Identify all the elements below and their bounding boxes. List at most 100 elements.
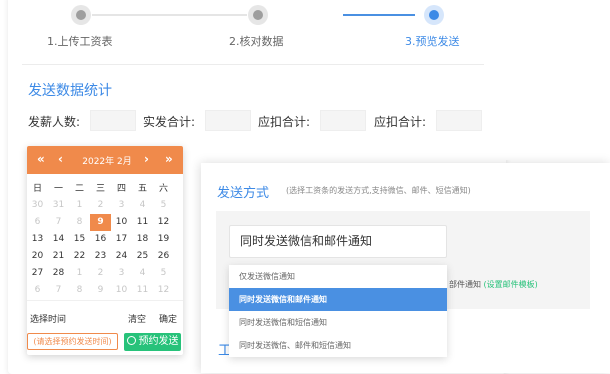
send-method-panel: 发送方式 (选择工资条的发送方式,支持微信、邮件、短信通知) 同时发送微信和邮件… bbox=[201, 163, 610, 373]
next-month-icon[interactable]: › bbox=[144, 152, 149, 166]
date-cell[interactable]: 12 bbox=[153, 282, 174, 299]
send-method-option[interactable]: 仅发送微信通知 bbox=[229, 265, 447, 288]
stat-value-headcount bbox=[90, 110, 136, 131]
stat-value-deduct-total-2 bbox=[436, 110, 482, 131]
send-method-option[interactable]: 同时发送微信和邮件通知 bbox=[229, 288, 447, 311]
date-cell[interactable]: 26 bbox=[153, 248, 174, 265]
date-cell[interactable]: 8 bbox=[69, 282, 90, 299]
weekday-fri: 五 bbox=[137, 184, 147, 194]
confirm-button[interactable]: 确定 bbox=[159, 312, 177, 325]
step-3-dot bbox=[424, 5, 444, 25]
date-cell[interactable]: 11 bbox=[132, 282, 153, 299]
date-cell[interactable]: 13 bbox=[27, 231, 48, 248]
right-gutter bbox=[506, 0, 610, 160]
date-cell[interactable]: 28 bbox=[48, 265, 69, 282]
prev-month-icon[interactable]: ‹ bbox=[58, 152, 63, 166]
date-cell[interactable]: 30 bbox=[27, 197, 48, 214]
date-cell[interactable]: 19 bbox=[153, 231, 174, 248]
date-cell[interactable]: 11 bbox=[132, 214, 153, 231]
date-row: 6 7 8 9 10 11 12 bbox=[27, 282, 183, 299]
stat-value-deduct-total-1 bbox=[320, 110, 366, 131]
date-cell[interactable]: 2 bbox=[90, 265, 111, 282]
divider bbox=[22, 64, 484, 65]
date-cell[interactable]: 8 bbox=[69, 214, 90, 231]
date-cell[interactable]: 6 bbox=[27, 282, 48, 299]
weekday-thu: 四 bbox=[116, 184, 126, 194]
date-cell[interactable]: 20 bbox=[27, 248, 48, 265]
date-cell[interactable]: 12 bbox=[153, 214, 174, 231]
date-cell[interactable]: 1 bbox=[69, 265, 90, 282]
stat-label-deduct-total-2: 应扣合计: bbox=[374, 115, 427, 129]
date-row: 13 14 15 16 17 18 19 bbox=[27, 231, 183, 248]
date-cell[interactable]: 10 bbox=[111, 282, 132, 299]
stat-label-headcount: 发薪人数: bbox=[28, 115, 81, 129]
date-cell[interactable]: 7 bbox=[48, 282, 69, 299]
date-cell[interactable]: 4 bbox=[132, 197, 153, 214]
weekday-wed: 三 bbox=[95, 184, 105, 194]
date-row: 6 7 8 9 10 11 12 bbox=[27, 214, 183, 231]
next-year-icon[interactable]: » bbox=[165, 152, 173, 166]
date-cell[interactable]: 4 bbox=[132, 265, 153, 282]
send-method-subtitle: (选择工资条的发送方式,支持微信、邮件、短信通知) bbox=[286, 186, 471, 195]
date-row: 30 31 1 2 3 4 5 bbox=[27, 197, 183, 214]
step-connector-2 bbox=[343, 14, 415, 16]
clear-button[interactable]: 清空 bbox=[128, 312, 146, 325]
date-cell[interactable]: 31 bbox=[48, 197, 69, 214]
email-notice-text: 部件通知 (设置邮件模板) bbox=[449, 279, 538, 290]
prev-year-icon[interactable]: « bbox=[37, 152, 45, 166]
date-cell[interactable]: 15 bbox=[69, 231, 90, 248]
step-connector-1 bbox=[92, 14, 247, 16]
stat-label-deduct-total-1: 应扣合计: bbox=[258, 115, 311, 129]
date-cell[interactable]: 9 bbox=[90, 282, 111, 299]
date-cell[interactable]: 6 bbox=[27, 214, 48, 231]
date-cell[interactable]: 3 bbox=[111, 265, 132, 282]
date-cell[interactable]: 18 bbox=[132, 231, 153, 248]
date-cell[interactable]: 2 bbox=[90, 197, 111, 214]
date-row: 27 28 1 2 3 4 5 bbox=[27, 265, 183, 282]
date-cell[interactable]: 1 bbox=[69, 197, 90, 214]
date-cell[interactable]: 7 bbox=[48, 214, 69, 231]
date-picker-title: 2022年 2月 bbox=[82, 157, 132, 167]
step-1-label: 1.上传工资表 bbox=[47, 35, 113, 48]
step-2-dot bbox=[248, 5, 268, 25]
select-time-label[interactable]: 选择时间 bbox=[30, 312, 66, 325]
step-1-dot bbox=[71, 5, 91, 25]
send-method-option[interactable]: 同时发送微信、邮件和短信通知 bbox=[229, 334, 447, 357]
stat-value-net-total bbox=[205, 110, 251, 131]
send-method-select[interactable]: 同时发送微信和邮件通知 bbox=[229, 225, 447, 258]
step-2-label: 2.核对数据 bbox=[229, 35, 284, 48]
weekday-header: 日 一 二 三 四 五 六 bbox=[27, 181, 183, 194]
date-cell[interactable]: 27 bbox=[27, 265, 48, 282]
date-cell[interactable]: 23 bbox=[90, 248, 111, 265]
send-method-dropdown: 仅发送微信通知 同时发送微信和邮件通知 同时发送微信和短信通知 同时发送微信、邮件和短… bbox=[229, 265, 447, 357]
date-cell[interactable]: 5 bbox=[153, 265, 174, 282]
date-cell[interactable]: 5 bbox=[153, 197, 174, 214]
email-template-link[interactable]: (设置邮件模板) bbox=[484, 280, 538, 289]
date-cell[interactable]: 22 bbox=[69, 248, 90, 265]
date-cell[interactable]: 3 bbox=[111, 197, 132, 214]
date-grid: 30 31 1 2 3 4 5 6 7 8 9 10 11 12 13 14 15 16 17 18 19 20 21 22 2… bbox=[27, 197, 183, 299]
send-method-option[interactable]: 同时发送微信和短信通知 bbox=[229, 311, 447, 334]
section-title: 发送数据统计 bbox=[28, 83, 112, 99]
date-cell[interactable]: 21 bbox=[48, 248, 69, 265]
email-notice-label: 部件通知 bbox=[449, 280, 481, 289]
date-picker: « ‹ 2022年 2月 › » 日 一 二 三 四 五 六 30 31 1 2 3 4 5… bbox=[27, 146, 183, 355]
schedule-hint: (请选择预约发送时间) bbox=[27, 333, 118, 350]
weekday-sun: 日 bbox=[32, 184, 42, 194]
stat-label-net-total: 实发合计: bbox=[143, 115, 196, 129]
clock-icon bbox=[126, 336, 136, 345]
date-picker-footer-divider bbox=[27, 300, 183, 301]
weekday-sat: 六 bbox=[158, 184, 168, 194]
step-3-label: 3.预览发送 bbox=[405, 35, 460, 48]
selected-date-cell[interactable]: 9 bbox=[90, 214, 111, 231]
date-cell[interactable]: 17 bbox=[111, 231, 132, 248]
schedule-send-button[interactable]: 预约发送 bbox=[124, 333, 181, 351]
date-cell[interactable]: 14 bbox=[48, 231, 69, 248]
send-method-title: 发送方式 bbox=[217, 186, 270, 201]
date-row: 20 21 22 23 24 25 26 bbox=[27, 248, 183, 265]
date-cell[interactable]: 16 bbox=[90, 231, 111, 248]
date-cell[interactable]: 25 bbox=[132, 248, 153, 265]
weekday-mon: 一 bbox=[53, 184, 63, 194]
date-cell[interactable]: 24 bbox=[111, 248, 132, 265]
date-cell[interactable]: 10 bbox=[111, 214, 132, 231]
